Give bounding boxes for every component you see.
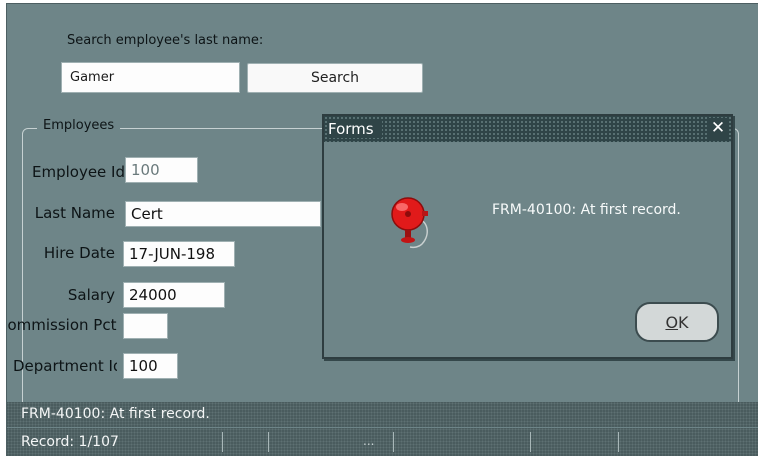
ok-label-rest: K <box>678 312 689 332</box>
status-ellipsis: ... <box>363 434 375 448</box>
record-status-bar: Record: 1/107 ... <box>7 428 758 456</box>
search-label: Search employee's last name: <box>67 33 264 48</box>
employees-group-title: Employees <box>37 118 121 133</box>
ok-button[interactable]: OK <box>635 302 719 342</box>
dialog-title: Forms <box>328 120 382 138</box>
dialog-message: FRM-40100: At first record. <box>492 202 681 218</box>
oracle-forms-window: Search employee's last name: Search Empl… <box>6 3 758 456</box>
status-divider <box>222 432 223 452</box>
status-divider <box>618 432 619 452</box>
record-indicator: Record: 1/107 <box>21 434 119 450</box>
hire-date-field[interactable] <box>123 241 235 267</box>
status-divider <box>393 432 394 452</box>
commission-pct-label: Commission Pct <box>7 317 117 334</box>
employee-id-field[interactable] <box>125 157 198 183</box>
search-input[interactable] <box>61 62 240 93</box>
search-button[interactable]: Search <box>247 63 423 93</box>
department-id-field[interactable] <box>123 353 178 379</box>
ok-label-mnemonic: O <box>665 312 679 332</box>
message-line: FRM-40100: At first record. <box>7 402 758 427</box>
commission-pct-field[interactable] <box>123 313 168 339</box>
salary-field[interactable] <box>123 282 225 308</box>
commission-label-clip: Commission Pct <box>7 317 117 353</box>
dialog-titlebar[interactable]: Forms ✕ <box>324 116 731 142</box>
close-icon[interactable]: ✕ <box>708 118 728 139</box>
status-message: FRM-40100: At first record. <box>21 406 210 422</box>
last-name-label: Last Name <box>34 205 115 222</box>
forms-alert-dialog: Forms ✕ FRM-40100: At first record. OK <box>322 114 733 359</box>
last-name-field[interactable] <box>125 201 321 227</box>
employee-id-label: Employee Id <box>31 164 125 181</box>
alarm-bell-icon <box>386 194 438 256</box>
salary-label: Salary <box>67 287 115 304</box>
department-label-clip: Department Id <box>7 358 117 394</box>
status-divider <box>268 432 269 452</box>
status-divider <box>530 432 531 452</box>
department-id-label: Department Id <box>13 358 117 375</box>
hire-date-label: Hire Date <box>43 245 115 262</box>
